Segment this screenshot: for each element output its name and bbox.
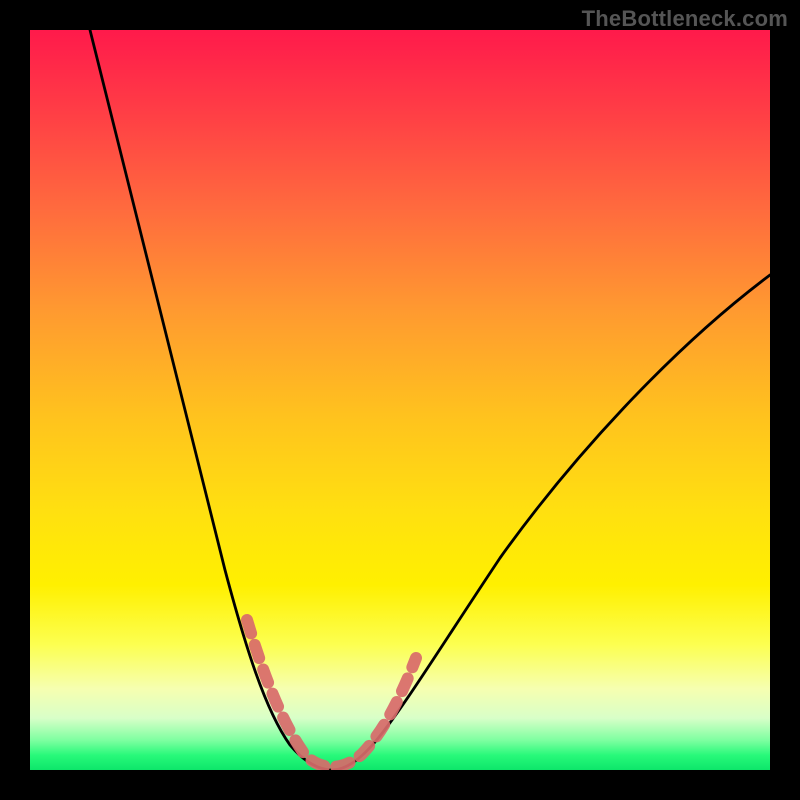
curve-layer xyxy=(30,30,770,770)
marker-cluster xyxy=(247,620,416,767)
watermark-text: TheBottleneck.com xyxy=(582,6,788,32)
chart-stage: TheBottleneck.com xyxy=(0,0,800,800)
plot-area xyxy=(30,30,770,770)
bottleneck-curve xyxy=(90,30,770,770)
